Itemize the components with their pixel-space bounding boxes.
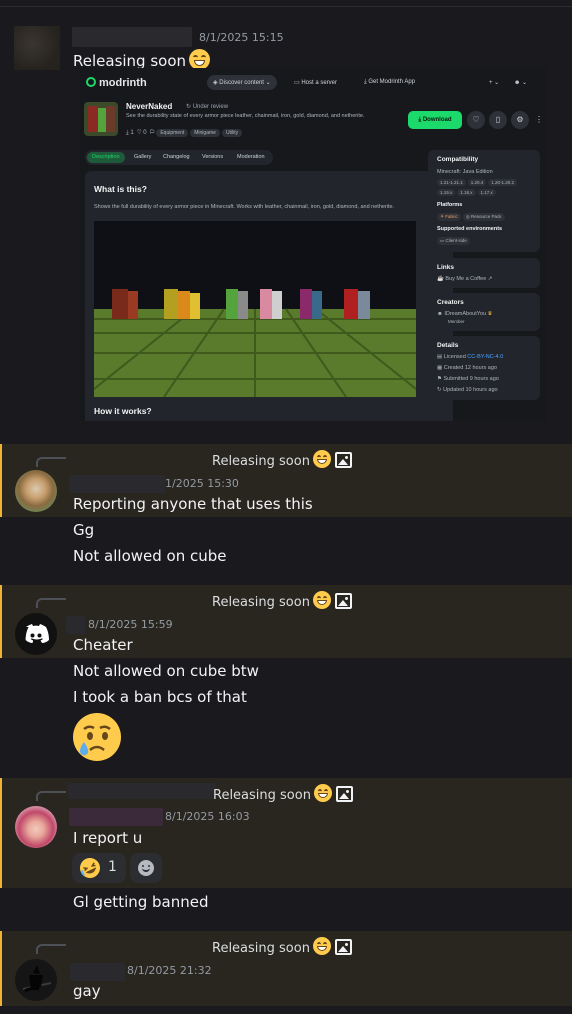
heart-icon: ♡ xyxy=(467,111,485,129)
witch-silhouette-icon xyxy=(22,965,52,993)
timestamp: 8/1/2025 15:15 xyxy=(199,31,284,44)
followup-message: Gl getting banned xyxy=(73,893,209,911)
reply-author-redacted[interactable] xyxy=(68,783,216,799)
grinning-face-icon xyxy=(312,450,331,468)
image-icon xyxy=(334,939,352,955)
nav-app: ⤓ Get Modrinth App xyxy=(364,79,416,85)
message-line-1: Cheater xyxy=(73,636,133,654)
reply-connector xyxy=(36,791,66,801)
image-icon xyxy=(335,786,353,802)
modrinth-logo: modrinth xyxy=(86,77,147,89)
grinning-face-icon xyxy=(189,49,211,70)
heading-what: What is this? xyxy=(94,184,147,194)
project-stats: ⤓ 1 ♡ 0 ⚐ Equipment Minigame Utility xyxy=(126,129,243,137)
reply-preview[interactable]: Releasing soon xyxy=(212,591,352,610)
links-card: Links ☕ Buy Me a Coffee ↗ xyxy=(428,258,540,288)
tab-gallery: Gallery xyxy=(134,154,152,160)
top-divider xyxy=(0,6,572,7)
nav-avatar-icon: ☻ ⌄ xyxy=(514,80,528,86)
username-redacted[interactable] xyxy=(69,475,165,493)
project-tabs: Description Gallery Changelog Versions M… xyxy=(85,150,273,165)
modrinth-navbar: modrinth ◈ Discover content ⌄ ▭ Host a s… xyxy=(80,68,546,98)
message-line-2: Gg xyxy=(73,521,95,539)
more-icon: ⋮ xyxy=(535,115,543,124)
creators-card: Creators ☻ IDreamAboutYou ♛ Member xyxy=(428,293,540,331)
review-status: ↻ Under review xyxy=(186,104,229,110)
description-panel: What is this? Shows the full durability … xyxy=(85,171,453,421)
reply-connector xyxy=(36,598,66,608)
nav-discover: ◈ Discover content ⌄ xyxy=(207,75,277,90)
details-card: Details ▤ Licensed CC-BY-NC-4.0 ▦ Create… xyxy=(428,336,540,400)
reaction-count: 1 xyxy=(108,859,117,875)
avatar-blurred[interactable] xyxy=(14,26,60,70)
tab-description: Description xyxy=(87,152,125,163)
bookmark-icon: ▯ xyxy=(489,111,507,129)
message-line-1: I report u xyxy=(73,829,143,847)
smiley-add-icon xyxy=(138,860,154,876)
crying-face-icon xyxy=(72,712,122,762)
add-reaction-button[interactable] xyxy=(130,853,162,883)
armor-preview-image xyxy=(94,221,416,397)
compatibility-card: Compatibility Minecraft: Java Edition 1.… xyxy=(428,150,540,252)
heading-how: How it works? xyxy=(94,406,152,416)
discord-logo-icon xyxy=(25,624,49,643)
rolling-laughing-icon xyxy=(80,858,100,878)
tab-versions: Versions xyxy=(202,154,224,160)
project-icon xyxy=(84,102,118,136)
username-redacted[interactable] xyxy=(66,616,85,634)
reply-connector xyxy=(36,457,66,467)
avatar-cat[interactable] xyxy=(15,470,57,512)
avatar-redhead[interactable] xyxy=(15,806,57,848)
username-redacted[interactable] xyxy=(70,963,125,981)
message-line-1: gay xyxy=(73,982,101,1000)
avatar-discord-default[interactable] xyxy=(15,613,57,655)
download-button: ⤓ Download xyxy=(408,111,462,129)
gear-icon: ⚙ xyxy=(511,111,529,129)
modrinth-screenshot-attachment[interactable]: modrinth ◈ Discover content ⌄ ▭ Host a s… xyxy=(80,68,546,421)
project-description: See the durability state of every armor … xyxy=(126,113,365,119)
project-header: NeverNaked ↻ Under review See the durabi… xyxy=(84,102,544,140)
reaction-rofl[interactable]: 1 xyxy=(72,853,126,883)
message-text: Releasing soon xyxy=(73,49,211,70)
message-line-1: Reporting anyone that uses this xyxy=(73,495,313,513)
project-title: NeverNaked xyxy=(126,102,173,111)
grinning-face-icon xyxy=(313,784,332,802)
description-text: Shows the full durability of every armor… xyxy=(94,204,395,210)
grinning-face-icon xyxy=(312,937,331,955)
grinning-face-icon xyxy=(312,591,331,609)
image-icon xyxy=(334,593,352,609)
reply-preview[interactable]: Releasing soon xyxy=(212,937,352,956)
reply-preview[interactable]: Releasing soon xyxy=(213,784,353,803)
nav-host: ▭ Host a server xyxy=(294,80,338,86)
reply-connector xyxy=(36,944,66,954)
timestamp: 8/1/2025 15:59 xyxy=(88,618,173,631)
username-redacted[interactable] xyxy=(72,27,192,47)
timestamp: 8/1/2025 21:32 xyxy=(127,964,212,977)
message-line-2: Not allowed on cube btw xyxy=(73,662,259,680)
avatar-witch[interactable] xyxy=(15,959,57,1001)
nav-plus-icon: + ⌄ xyxy=(489,80,500,86)
message-line-3: Not allowed on cube xyxy=(73,547,227,565)
username-redacted[interactable] xyxy=(69,808,163,826)
tab-changelog: Changelog xyxy=(163,154,190,160)
image-icon xyxy=(334,452,352,468)
timestamp: 8/1/2025 16:03 xyxy=(165,810,250,823)
tab-moderation: Moderation xyxy=(237,154,265,160)
message-line-3: I took a ban bcs of that xyxy=(73,688,247,706)
timestamp: 1/2025 15:30 xyxy=(165,477,239,490)
reply-preview[interactable]: Releasing soon xyxy=(212,450,352,469)
